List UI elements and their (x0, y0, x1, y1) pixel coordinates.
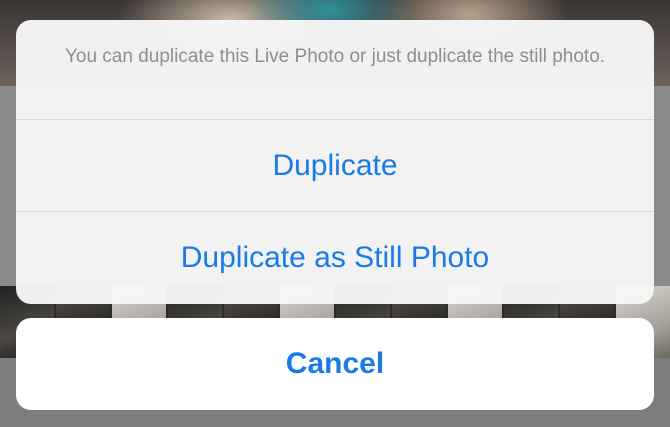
action-sheet: You can duplicate this Live Photo or jus… (16, 20, 654, 304)
duplicate-button[interactable]: Duplicate (16, 120, 654, 212)
photos-screen: You can duplicate this Live Photo or jus… (0, 0, 670, 427)
duplicate-as-still-photo-button[interactable]: Duplicate as Still Photo (16, 212, 654, 304)
cancel-button[interactable]: Cancel (16, 318, 654, 410)
action-sheet-message: You can duplicate this Live Photo or jus… (16, 20, 654, 120)
